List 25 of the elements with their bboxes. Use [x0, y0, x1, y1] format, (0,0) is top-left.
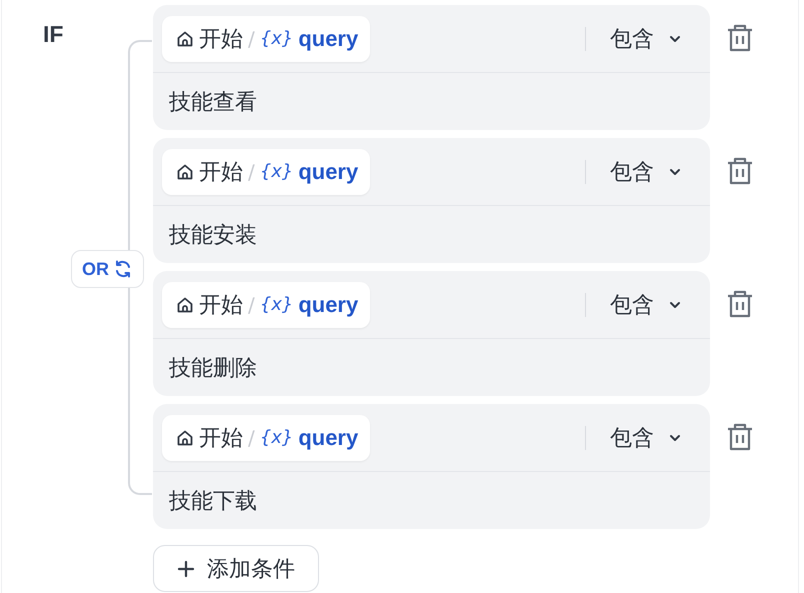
home-icon	[176, 30, 194, 48]
plus-icon	[177, 560, 195, 578]
variable-selector[interactable]: 开始 / {x} query	[162, 282, 370, 328]
refresh-icon	[113, 259, 133, 279]
variable-selector[interactable]: 开始 / {x} query	[162, 414, 370, 460]
value-field[interactable]: 技能下载	[153, 472, 710, 529]
home-icon	[176, 296, 194, 314]
home-icon	[176, 162, 194, 180]
operator-dropdown[interactable]: 包含	[610, 422, 682, 452]
delete-icon[interactable]	[726, 289, 754, 319]
variable-selector[interactable]: 开始 / {x} query	[162, 16, 370, 62]
delete-icon[interactable]	[726, 422, 754, 452]
value-field[interactable]: 技能查看	[153, 73, 710, 130]
operator-dropdown[interactable]: 包含	[610, 24, 682, 54]
value-field[interactable]: 技能安装	[153, 206, 710, 263]
delete-icon[interactable]	[726, 156, 754, 186]
variable-selector[interactable]: 开始 / {x} query	[162, 148, 370, 194]
logic-toggle[interactable]: OR	[71, 250, 144, 288]
operator-dropdown[interactable]: 包含	[610, 156, 682, 186]
operator-dropdown[interactable]: 包含	[610, 290, 682, 320]
home-icon	[176, 428, 194, 446]
value-field[interactable]: 技能删除	[153, 339, 710, 396]
add-condition-button[interactable]: 添加条件	[153, 545, 319, 592]
if-label: IF	[43, 21, 64, 48]
delete-icon[interactable]	[726, 23, 754, 53]
